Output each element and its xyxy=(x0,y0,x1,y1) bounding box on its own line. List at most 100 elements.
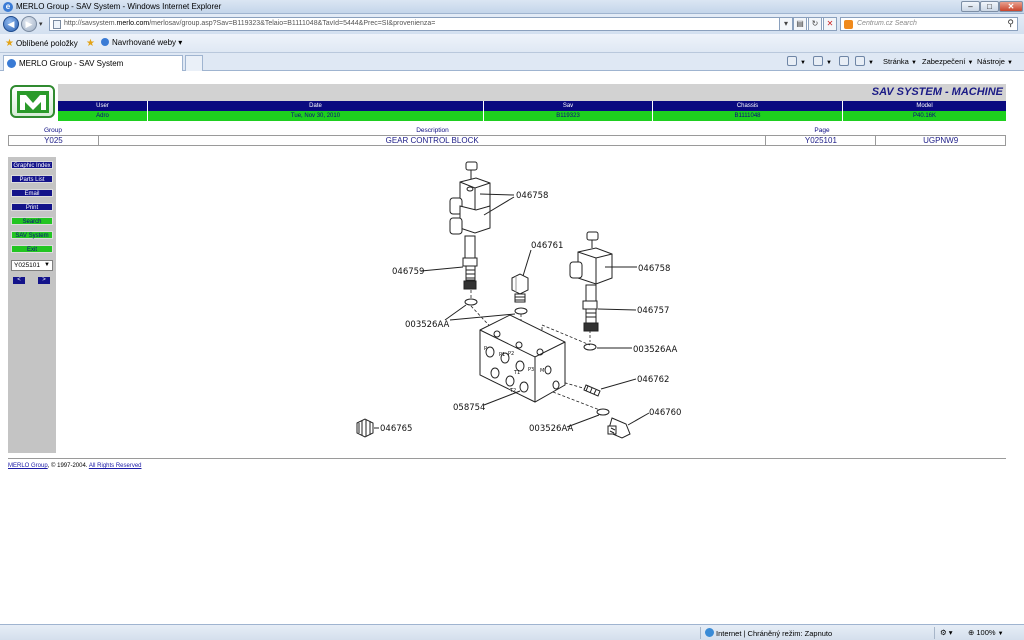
address-bar-row: ◀ ▶ ▾ http://savsystem.merlo.com/merlosa… xyxy=(0,14,1024,34)
security-menu[interactable]: Zabezpečení ▼ xyxy=(922,57,973,66)
suggested-sites-link[interactable]: Navrhované weby ▾ xyxy=(101,38,182,47)
print-icon[interactable] xyxy=(855,56,865,66)
tools-menu[interactable]: Nástroje ▼ xyxy=(977,57,1013,66)
security-zone[interactable]: Internet | Chráněný režim: Zapnuto xyxy=(705,628,832,638)
port-label-p2: P2 xyxy=(508,351,514,357)
port-label-t1: T1 xyxy=(513,370,520,376)
protected-mode-icon[interactable]: ⚙ ▾ xyxy=(940,628,953,637)
close-window-button[interactable]: ✕ xyxy=(999,1,1023,12)
valve-cartridge-046759[interactable] xyxy=(462,235,478,306)
print-dropdown-icon[interactable]: ▼ xyxy=(868,57,874,66)
info-value-row: Adro Tue, Nov 30, 2010 B119323 B1111048 … xyxy=(58,111,1006,121)
minimize-button[interactable]: – xyxy=(961,1,980,12)
forward-button[interactable]: ▶ xyxy=(21,16,37,32)
home-icon[interactable] xyxy=(787,56,797,66)
tab-merlo-sav[interactable]: MERLO Group - SAV System xyxy=(3,55,183,71)
globe-icon xyxy=(705,628,714,637)
group-header: Group xyxy=(43,127,63,134)
pressure-switch-046760[interactable] xyxy=(607,417,631,439)
page-select[interactable]: Y025101 ▼ xyxy=(11,260,53,271)
merlo-group-link[interactable]: MERLO Group xyxy=(8,463,48,469)
page-select-value: Y025101 xyxy=(14,262,41,269)
stop-icon[interactable]: ✕ xyxy=(823,17,837,31)
security-menu-label: Zabezpečení xyxy=(922,57,966,66)
new-tab-button[interactable] xyxy=(185,55,203,71)
page-icon xyxy=(53,20,61,29)
label-058754: 058754 xyxy=(453,403,485,413)
code-value: UGPNW9 xyxy=(923,136,959,145)
favorites-label: Oblíbené položky xyxy=(15,39,78,48)
description-header: Description xyxy=(416,127,449,134)
address-field[interactable]: http://savsystem.merlo.com/merlosav/grou… xyxy=(49,17,826,31)
page-value: Y025101 xyxy=(766,136,877,145)
search-icon[interactable]: ⚲ xyxy=(1007,18,1014,29)
sav-system-button[interactable]: SAV System xyxy=(11,231,53,239)
sav-header: Sav xyxy=(484,101,653,111)
merlo-logo-mark xyxy=(17,91,49,113)
model-header: Model xyxy=(916,103,933,109)
tab-bar: MERLO Group - SAV System ▼ ▼ ▼ Stránka ▼… xyxy=(0,53,1024,71)
date-header: Date xyxy=(148,101,484,111)
exit-button[interactable]: Exit xyxy=(11,245,53,253)
graphic-index-button[interactable]: Graphic Index xyxy=(11,161,53,169)
page-menu[interactable]: Stránka ▼ xyxy=(883,57,917,66)
port-label-p1: P1 xyxy=(499,352,505,358)
label-046757: 046757 xyxy=(637,306,669,316)
favorites-bar: ★ Oblíbené položky ★ Navrhované weby ▾ xyxy=(0,34,1024,53)
search-placeholder: Centrum.cz Search xyxy=(857,20,917,27)
url-domain: merlo.com xyxy=(116,20,150,27)
all-rights-reserved-link[interactable]: All Rights Reserved xyxy=(89,463,142,469)
window-title-bar: e MERLO Group - SAV System - Windows Int… xyxy=(0,0,1024,14)
previous-page-button[interactable]: < xyxy=(13,277,25,284)
feeds-icon[interactable] xyxy=(813,56,823,66)
solenoid-coil-046758-right[interactable] xyxy=(569,231,613,351)
email-button[interactable]: Email xyxy=(11,189,53,197)
label-003526AA-right: 003526AA xyxy=(633,345,677,355)
label-046761: 046761 xyxy=(531,241,563,251)
chevron-down-icon: ▼ xyxy=(44,262,50,268)
compatibility-view-icon[interactable]: ▤ xyxy=(793,17,807,31)
copyright-text: , © 1997-2004. xyxy=(47,463,89,469)
zoom-control[interactable]: ⊕ 100% ▼ xyxy=(968,628,1004,637)
parts-list-button[interactable]: Parts List xyxy=(11,175,53,183)
user-value: Adro xyxy=(58,111,148,121)
url-text: http://savsystem.merlo.com/merlosav/grou… xyxy=(64,20,435,27)
control-block-058754[interactable] xyxy=(479,314,566,403)
home-dropdown-icon[interactable]: ▼ xyxy=(800,57,806,66)
exploded-parts-diagram[interactable]: 046758 046761 046759 046758 046757 00352… xyxy=(340,157,700,447)
plug-046765[interactable] xyxy=(356,418,374,438)
add-favorite-icon[interactable]: ★ xyxy=(86,38,97,49)
page-menu-label: Stránka xyxy=(883,57,909,66)
search-field[interactable]: Centrum.cz Search ⚲ xyxy=(840,17,1018,31)
star-icon: ★ xyxy=(5,38,14,49)
label-046765: 046765 xyxy=(380,424,412,434)
group-value: Y025 xyxy=(9,136,99,145)
next-page-button[interactable]: > xyxy=(38,277,50,284)
port-label-p: P xyxy=(484,346,487,352)
label-046759: 046759 xyxy=(392,267,424,277)
maximize-button[interactable]: □ xyxy=(980,1,999,12)
chassis-value: B1111048 xyxy=(653,111,843,121)
status-divider xyxy=(700,627,701,639)
plug-046761[interactable] xyxy=(511,273,529,315)
feeds-dropdown-icon[interactable]: ▼ xyxy=(826,57,832,66)
date-value: Tue, Nov 30, 2010 xyxy=(148,111,484,121)
url-prefix: http://savsystem. xyxy=(64,20,117,27)
search-button[interactable]: Search xyxy=(11,217,53,225)
footer-divider xyxy=(8,458,1006,459)
window-title: MERLO Group - SAV System - Windows Inter… xyxy=(16,2,222,11)
recent-pages-dropdown-icon[interactable]: ▾ xyxy=(39,20,43,28)
port-label-t2: T2 xyxy=(509,388,516,394)
print-button[interactable]: Print xyxy=(11,203,53,211)
port-label-p3: P3 xyxy=(528,367,534,373)
refresh-icon[interactable]: ↻ xyxy=(808,17,822,31)
mail-icon[interactable] xyxy=(839,56,849,66)
fitting-046762[interactable] xyxy=(583,384,601,397)
solenoid-coil-046758-top[interactable] xyxy=(449,161,491,235)
user-header: User xyxy=(58,101,148,111)
back-button[interactable]: ◀ xyxy=(3,16,19,32)
group-header-row: Group Description Page xyxy=(8,127,1006,135)
system-header: SAV SYSTEM - MACHINE xyxy=(58,84,1006,101)
address-dropdown-icon[interactable]: ▾ xyxy=(779,17,793,31)
favorites-button[interactable]: ★ Oblíbené položky xyxy=(5,38,78,49)
